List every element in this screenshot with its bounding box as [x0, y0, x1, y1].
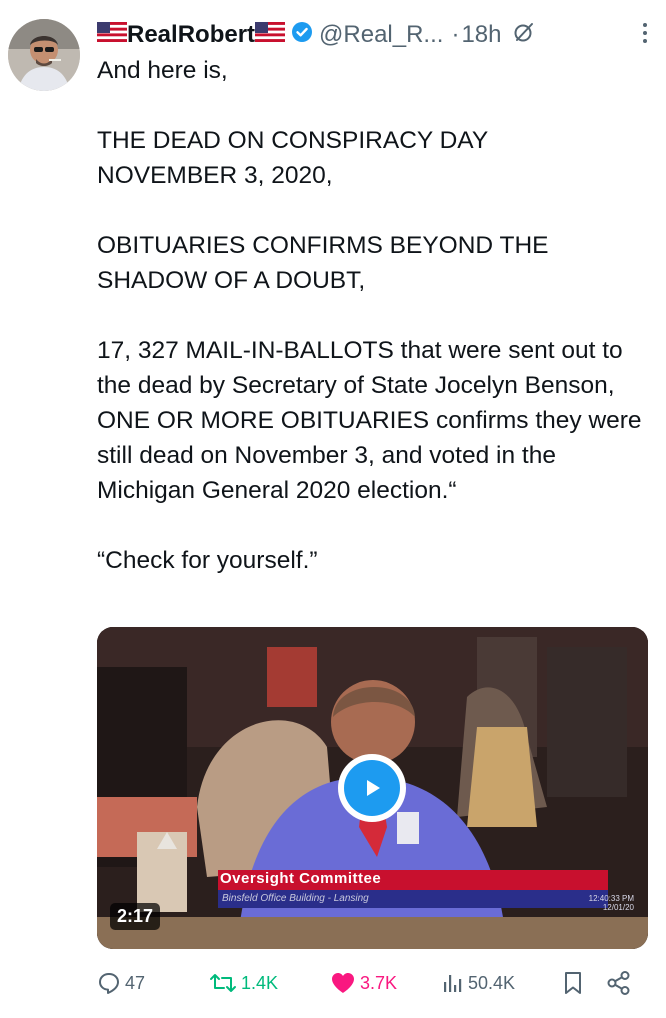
lower-third-date: 12/01/20 [602, 903, 634, 912]
verified-badge-icon[interactable] [291, 21, 313, 50]
action-bar: 47 1.4K 3.7K 50.4K [97, 966, 642, 1000]
lower-third-timestamp: 12:40:33 PM 12/01/20 [584, 894, 634, 912]
views-button[interactable]: 50.4K [440, 966, 515, 1000]
post-text-paragraph: “Check for yourself.” [97, 547, 318, 574]
bookmark-button[interactable] [563, 966, 587, 1000]
views-bars-icon [444, 975, 462, 992]
post-time[interactable]: 18h [461, 21, 501, 49]
us-flag-icon [97, 21, 127, 49]
post-text: And here is, THE DEAD ON CONSPIRACY DAY … [97, 53, 652, 578]
more-dots-icon[interactable] [642, 22, 648, 49]
post-text-paragraph: OBITUARIES CONFIRMS BEYOND THE SHADOW OF… [97, 232, 549, 294]
reply-bubble-icon [99, 973, 119, 994]
views-count: 50.4K [468, 972, 516, 993]
play-button[interactable] [338, 754, 406, 822]
reply-count: 47 [125, 972, 146, 993]
repost-button[interactable]: 1.4K [209, 966, 278, 1000]
post-text-line: And here is, [97, 57, 228, 84]
avatar[interactable] [8, 19, 80, 91]
grok-icon[interactable] [513, 21, 535, 50]
post-text-paragraph: 17, 327 MAIL-IN-BALLOTS that were sent o… [97, 337, 642, 504]
display-name[interactable]: RealRobert [127, 21, 255, 49]
like-button[interactable]: 3.7K [330, 966, 397, 1000]
share-icon [607, 971, 630, 995]
video-duration: 2:17 [110, 903, 161, 930]
repost-icon [210, 974, 236, 992]
bookmark-icon [565, 972, 581, 994]
post-text-paragraph: THE DEAD ON CONSPIRACY DAY NOVEMBER 3, 2… [97, 127, 488, 189]
author-handle[interactable]: @Real_R... [319, 21, 443, 49]
us-flag-icon [255, 21, 286, 49]
reply-button[interactable]: 47 [97, 966, 145, 1000]
share-button[interactable] [606, 966, 636, 1000]
like-count: 3.7K [360, 972, 398, 993]
separator-dot: · [451, 21, 460, 48]
avatar-image [8, 19, 80, 91]
lower-third-clock: 12:40:33 PM [588, 894, 634, 903]
play-icon [344, 760, 400, 816]
repost-count: 1.4K [241, 972, 279, 993]
lower-third-title: Oversight Committee [220, 870, 382, 887]
lower-third-subtitle: Binsfeld Office Building - Lansing [222, 893, 369, 904]
heart-filled-icon [332, 973, 354, 993]
post-header: RealRobert @Real_R... · 18h [97, 18, 646, 52]
